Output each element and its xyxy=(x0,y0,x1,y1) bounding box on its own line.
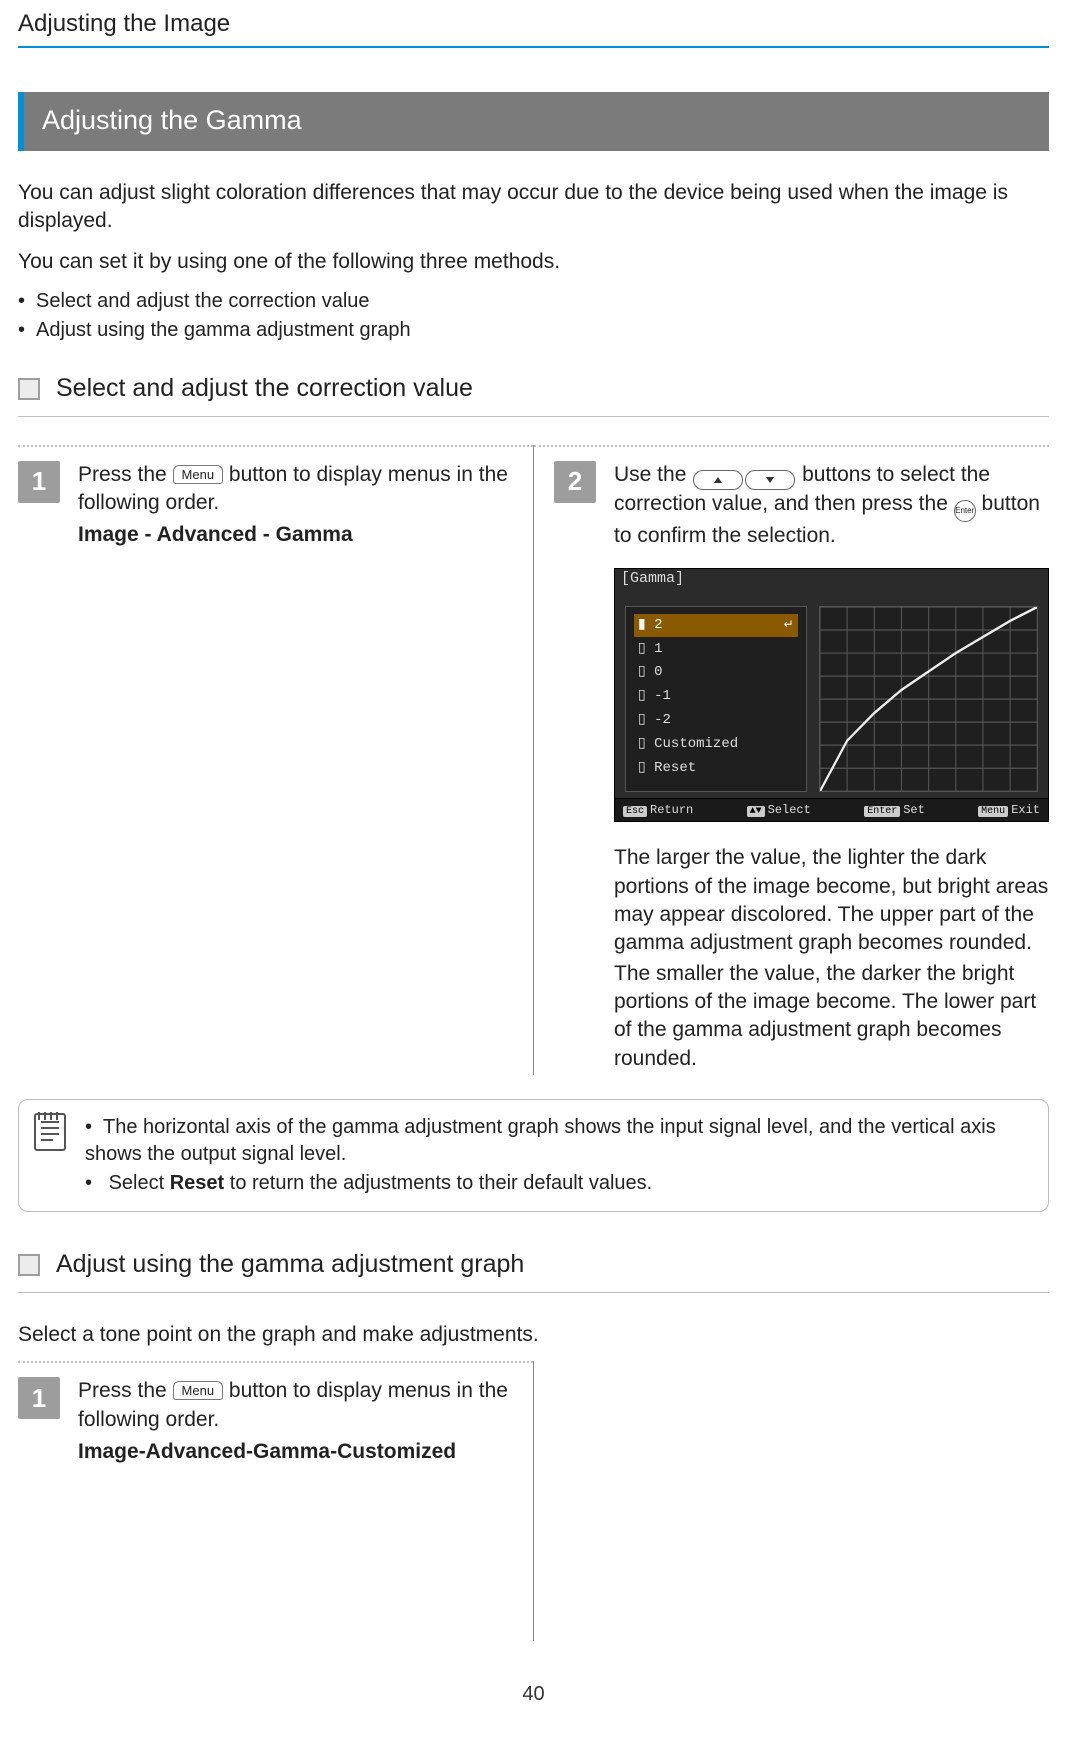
explain-text: The smaller the value, the darker the br… xyxy=(614,960,1049,1073)
subsection-heading: Adjust using the gamma adjustment graph xyxy=(56,1248,524,1282)
gamma-graph xyxy=(819,606,1038,792)
intro-block: You can adjust slight coloration differe… xyxy=(18,179,1049,276)
osd-hint-select: ▲▼Select xyxy=(747,802,811,819)
step-body: Press the Menu button to display menus i… xyxy=(78,461,513,554)
osd-option: ▯ 1 xyxy=(634,638,798,661)
step-column-left: 1 Press the Menu button to display menus… xyxy=(18,1361,533,1641)
note-item: Select Reset to return the adjustments t… xyxy=(85,1170,1034,1197)
osd-hint-return: EscReturn xyxy=(623,802,693,819)
intro-text-2: You can set it by using one of the follo… xyxy=(18,248,1049,276)
step-text: Press the xyxy=(78,1379,173,1402)
step-column-right: 2 Use the buttons to select the correcti… xyxy=(534,445,1049,1075)
subsection-heading: Select and adjust the correction value xyxy=(56,372,473,406)
header-rule xyxy=(18,46,1049,48)
step-number: 1 xyxy=(18,1377,60,1419)
osd-option: ▯ 0 xyxy=(634,661,798,684)
osd-option-list: ▮ 2 ▯ 1 ▯ 0 ▯ -1 ▯ -2 ▯ Customized ▯ Res… xyxy=(625,606,807,792)
step-column-left: 1 Press the Menu button to display menus… xyxy=(18,445,533,1075)
intro-text-1: You can adjust slight coloration differe… xyxy=(18,179,1049,236)
step-body: Press the Menu button to display menus i… xyxy=(78,1377,513,1470)
down-button-icon xyxy=(745,470,795,490)
osd-option: ▯ Reset xyxy=(634,757,798,780)
osd-option-selected: ▮ 2 xyxy=(634,614,798,637)
step-column-right xyxy=(534,1361,1049,1641)
explain-text: The larger the value, the lighter the da… xyxy=(614,844,1049,957)
note-icon xyxy=(33,1112,67,1199)
step-text: Use the xyxy=(614,463,692,486)
menu-path: Image - Advanced - Gamma xyxy=(78,521,513,549)
enter-button-icon: Enter xyxy=(954,500,976,522)
list-item: Adjust using the gamma adjustment graph xyxy=(18,317,1049,344)
subsection-marker-icon xyxy=(18,378,40,400)
running-header: Adjusting the Image xyxy=(18,0,1049,46)
up-button-icon xyxy=(693,470,743,490)
step-text: Press the xyxy=(78,463,173,486)
step-number: 1 xyxy=(18,461,60,503)
osd-option: ▯ -2 xyxy=(634,709,798,732)
list-item: Select and adjust the correction value xyxy=(18,288,1049,315)
instruction-text: Select a tone point on the graph and mak… xyxy=(18,1321,1049,1349)
method-list: Select and adjust the correction value A… xyxy=(18,288,1049,344)
note-body: The horizontal axis of the gamma adjustm… xyxy=(85,1112,1034,1199)
menu-button-icon: Menu xyxy=(173,465,224,484)
subsection-heading-row: Select and adjust the correction value xyxy=(18,372,1049,417)
note-item: The horizontal axis of the gamma adjustm… xyxy=(85,1114,1034,1168)
osd-hint-set: EnterSet xyxy=(864,802,925,819)
menu-button-icon: Menu xyxy=(173,1381,224,1400)
osd-footer: EscReturn ▲▼Select EnterSet MenuExit xyxy=(615,798,1048,822)
osd-screenshot: [Gamma] ▮ 2 ▯ 1 ▯ 0 ▯ -1 ▯ -2 ▯ Customiz… xyxy=(614,568,1049,822)
note-box: The horizontal axis of the gamma adjustm… xyxy=(18,1099,1049,1212)
page-number: 40 xyxy=(18,1681,1049,1708)
menu-path: Image-Advanced-Gamma-Customized xyxy=(78,1438,513,1466)
section-heading: Adjusting the Gamma xyxy=(18,92,1049,150)
osd-title: [Gamma] xyxy=(621,569,1048,589)
step-number: 2 xyxy=(554,461,596,503)
osd-option: ▯ Customized xyxy=(634,733,798,756)
subsection-marker-icon xyxy=(18,1254,40,1276)
osd-option: ▯ -1 xyxy=(634,685,798,708)
subsection-heading-row: Adjust using the gamma adjustment graph xyxy=(18,1248,1049,1293)
step-explanation: The larger the value, the lighter the da… xyxy=(614,844,1049,1073)
osd-hint-exit: MenuExit xyxy=(978,802,1040,819)
step-body: Use the buttons to select the correction… xyxy=(614,461,1049,1075)
